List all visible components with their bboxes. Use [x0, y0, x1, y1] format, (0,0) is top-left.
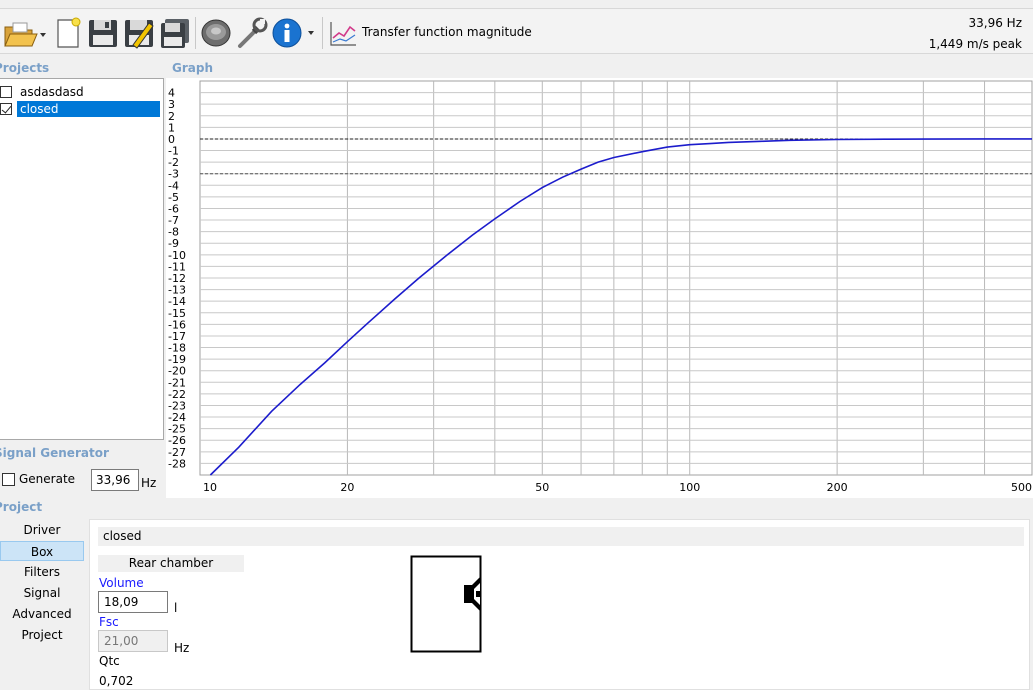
- generator-frequency-input[interactable]: [91, 469, 139, 491]
- x-tick-label: 500: [1011, 481, 1032, 494]
- transfer-function-chart[interactable]: 43210-1-2-3-4-5-6-7-8-9-10-11-12-13-14-1…: [166, 78, 1033, 498]
- x-tick-label: 50: [535, 481, 549, 494]
- fsc-input: [98, 630, 168, 652]
- box-name: closed: [98, 527, 1024, 546]
- project-checkbox[interactable]: [0, 86, 12, 98]
- nav-box[interactable]: Box: [0, 541, 84, 561]
- toolbar: Transfer function magnitude 33,96 Hz 1,4…: [0, 8, 1033, 54]
- fsc-label: Fsc: [99, 615, 119, 629]
- y-tick-label: -28: [168, 457, 186, 470]
- qtc-label: Qtc: [99, 654, 120, 668]
- box-settings-panel: closed Rear chamber Volume l Fsc Hz Qtc …: [89, 519, 1030, 690]
- closed-box-diagram: [410, 555, 482, 653]
- project-item-closed[interactable]: closed: [0, 101, 160, 117]
- rear-chamber-header: Rear chamber: [98, 555, 244, 572]
- new-file-icon[interactable]: [52, 15, 82, 51]
- nav-filters[interactable]: Filters: [0, 562, 84, 582]
- volume-input[interactable]: [98, 591, 168, 613]
- x-tick-label: 10: [203, 481, 217, 494]
- open-folder-icon[interactable]: [2, 15, 46, 51]
- x-tick-label: 100: [679, 481, 700, 494]
- toolbar-separator: [195, 17, 196, 49]
- speaker-icon[interactable]: [199, 15, 233, 51]
- generator-frequency-unit: Hz: [141, 476, 157, 490]
- generate-row: Generate: [2, 472, 75, 486]
- frequency-readout: 33,96 Hz: [968, 16, 1023, 30]
- projects-title: Projects: [0, 61, 50, 75]
- app-window: Transfer function magnitude 33,96 Hz 1,4…: [0, 0, 1033, 690]
- info-icon[interactable]: [271, 15, 317, 51]
- qtc-value: 0,702: [99, 674, 134, 688]
- save-as-icon[interactable]: [122, 15, 156, 51]
- project-checkbox[interactable]: [0, 103, 12, 115]
- save-all-icon[interactable]: [158, 15, 192, 51]
- project-item-asdasdasd[interactable]: asdasdasd: [0, 84, 87, 100]
- x-tick-label: 20: [340, 481, 354, 494]
- graph-title: Graph: [172, 61, 213, 75]
- x-tick-label: 200: [827, 481, 848, 494]
- graph-panel[interactable]: 4 3 2 1 0 -1 -2 -3 -4 -5 -6 -7 -8 -9 -10 -11 -12 -13 -14 -1…: [166, 78, 1033, 498]
- generate-checkbox[interactable]: [2, 472, 15, 486]
- wrench-icon[interactable]: [235, 15, 269, 51]
- project-section-title: Project: [0, 500, 43, 514]
- toolbar-separator: [322, 17, 323, 49]
- volume-unit: l: [174, 601, 178, 615]
- nav-signal[interactable]: Signal: [0, 583, 84, 603]
- nav-advanced[interactable]: Advanced: [0, 604, 84, 624]
- volume-label: Volume: [99, 576, 144, 590]
- generate-label[interactable]: Generate: [19, 472, 75, 486]
- project-label[interactable]: asdasdasd: [17, 84, 87, 100]
- peak-velocity-readout: 1,449 m/s peak: [928, 37, 1022, 51]
- nav-driver[interactable]: Driver: [0, 520, 84, 540]
- signal-generator-title: Signal Generator: [0, 446, 109, 460]
- project-label[interactable]: closed: [17, 101, 160, 117]
- nav-project[interactable]: Project: [0, 625, 84, 645]
- fsc-unit: Hz: [174, 641, 190, 655]
- save-icon[interactable]: [86, 15, 120, 51]
- projects-list[interactable]: asdasdasd closed: [0, 78, 164, 440]
- graph-type-label[interactable]: Transfer function magnitude: [362, 25, 532, 39]
- graph-icon[interactable]: [327, 15, 359, 51]
